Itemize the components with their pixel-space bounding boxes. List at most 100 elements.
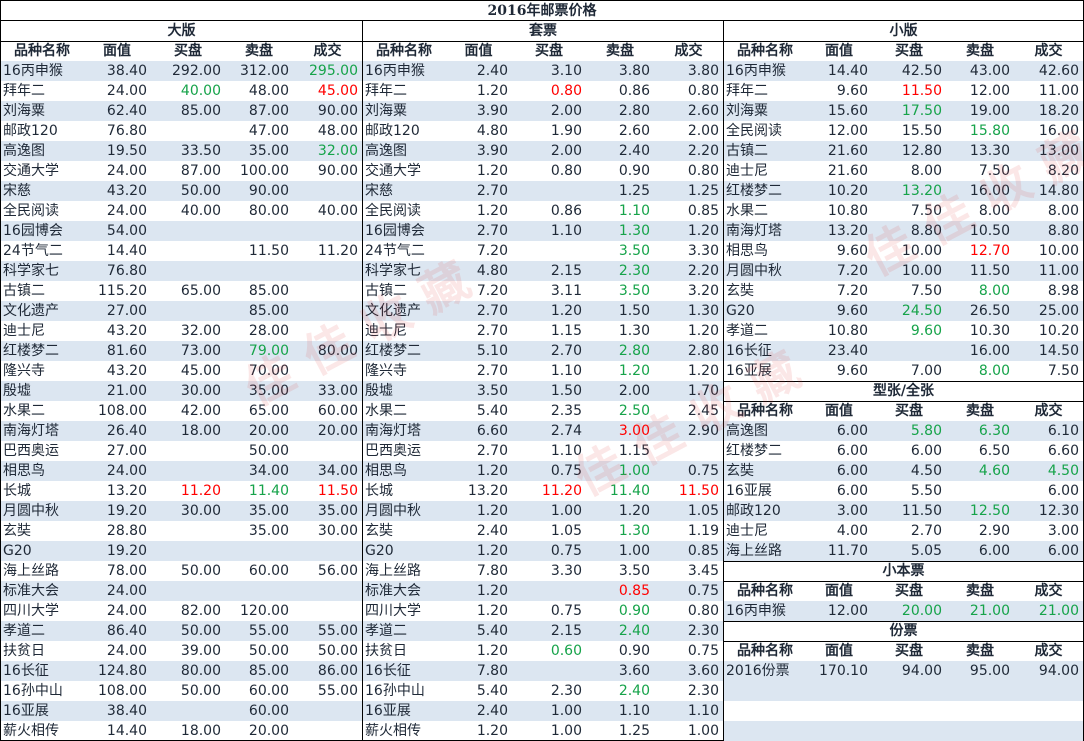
cell-sell: 65.00 (248, 403, 289, 419)
cell-name: 相思鸟 (3, 463, 45, 479)
cell-sell: 19.00 (969, 103, 1010, 119)
panel-small-title: 小版 (724, 21, 1083, 41)
cell-buy: 7.50 (910, 283, 942, 299)
cell-name: 薪火相传 (3, 723, 59, 739)
table-row: 文化遗产 2.70 1.20 1.50 1.30 (363, 301, 723, 321)
cell-sell: 60.00 (248, 703, 289, 719)
cell-buy: 10.00 (901, 243, 942, 259)
table-row: 16孙中山 108.00 50.00 60.00 55.00 (1, 681, 362, 701)
cell-buy (151, 541, 225, 561)
cell-sell: 10.30 (969, 323, 1010, 339)
cell-face: 6.00 (836, 463, 868, 479)
panel-sheetlet: 型张/全张 品种名称 面值 买盘 卖盘 成交 高逸图 6.00 5.80 6.30 6.10 红楼梦… (724, 381, 1083, 561)
header-row: 品种名称 面值 买盘 卖盘 成交 (724, 641, 1083, 661)
cell-deal: 11.20 (317, 243, 358, 259)
cell-name: 南海灯塔 (365, 423, 421, 439)
cell-deal: 0.75 (687, 643, 719, 659)
column-header-deal: 成交 (1034, 643, 1063, 659)
cell-buy: 1.10 (550, 363, 582, 379)
cell-name: 迪士尼 (726, 163, 768, 179)
cell-sell: 11.40 (248, 483, 289, 499)
cell-name: 16亚展 (365, 703, 411, 719)
cell-deal: 0.80 (687, 603, 719, 619)
column-header-sell: 卖盘 (966, 403, 994, 419)
table-row: 拜年二 1.20 0.80 0.86 0.80 (363, 81, 723, 101)
table-row: 16园博会 2.70 1.10 1.30 1.20 (363, 221, 723, 241)
cell-deal: 0.85 (687, 543, 719, 559)
cell-face: 78.00 (106, 563, 147, 579)
cell-face: 2.70 (476, 223, 508, 239)
column-header-buy: 买盘 (895, 403, 923, 419)
cell-sell: 48.00 (248, 83, 289, 99)
cell-deal: 6.60 (1047, 443, 1079, 459)
cell-name: 高逸图 (365, 143, 407, 159)
cell-buy: 8.00 (910, 163, 942, 179)
cell-sell: 87.00 (248, 103, 289, 119)
cell-face: 38.40 (106, 703, 147, 719)
cell-deal: 2.45 (687, 403, 719, 419)
cell-sell: 11.40 (609, 483, 650, 499)
cell-deal: 21.00 (1038, 603, 1079, 619)
cell-buy: 2.70 (550, 343, 582, 359)
cell-buy: 50.00 (180, 623, 221, 639)
cell-name: 16孙中山 (365, 683, 425, 699)
cell-deal: 13.00 (1038, 143, 1079, 159)
cell-face: 3.90 (476, 103, 508, 119)
cell-buy: 9.60 (910, 323, 942, 339)
table-row: 扶贫日 24.00 39.00 50.00 50.00 (1, 641, 362, 661)
cell-face: 1.20 (476, 643, 508, 659)
cell-name: 文化遗产 (3, 303, 59, 319)
table-row: 科学家七 4.80 2.15 2.30 2.20 (363, 261, 723, 281)
cell-sell: 1.00 (618, 543, 650, 559)
table-row: 16长征 124.80 80.00 85.00 86.00 (1, 661, 362, 681)
cell-name: 高逸图 (3, 143, 45, 159)
cell-sell: 28.00 (248, 323, 289, 339)
cell-deal: 1.20 (687, 323, 719, 339)
table-row: 相思鸟 1.20 0.75 1.00 0.75 (363, 461, 723, 481)
table-row: 隆兴寺 43.20 45.00 70.00 (1, 361, 362, 381)
cell-name: 16亚展 (726, 483, 772, 499)
cell-deal: 1.05 (687, 503, 719, 519)
column-header-buy: 买盘 (174, 43, 202, 59)
cell-buy (151, 301, 225, 321)
cell-sell: 3.50 (618, 563, 650, 579)
cell-name: 16园博会 (365, 223, 425, 239)
cell-deal: 0.75 (687, 463, 719, 479)
cell-name: 水果二 (726, 203, 768, 219)
table-row: 玄奘 2.40 1.05 1.30 1.19 (363, 521, 723, 541)
table-row: 宋慈 43.20 50.00 90.00 (1, 181, 362, 201)
cell-deal: 18.20 (1038, 103, 1079, 119)
cell-deal: 2.80 (687, 343, 719, 359)
table-row: 殷墟 21.00 30.00 35.00 33.00 (1, 381, 362, 401)
cell-face: 124.80 (98, 663, 147, 679)
table-row: 刘海粟 3.90 2.00 2.80 2.60 (363, 101, 723, 121)
cell-name: 红楼梦二 (3, 343, 59, 359)
cell-deal: 8.98 (1047, 283, 1079, 299)
table-row: 16亚展 38.40 60.00 (1, 701, 362, 721)
cell-face: 170.10 (819, 663, 868, 679)
cell-name: 殷墟 (3, 383, 31, 399)
cell-deal: 30.00 (317, 523, 358, 539)
cell-face: 9.60 (836, 303, 868, 319)
cell-face: 7.20 (836, 283, 868, 299)
cell-name: 水果二 (3, 403, 45, 419)
cell-sell: 90.00 (248, 183, 289, 199)
cell-name: G20 (3, 543, 32, 559)
cell-buy: 0.60 (550, 643, 582, 659)
cell-buy: 50.00 (180, 683, 221, 699)
cell-sell: 3.80 (618, 63, 650, 79)
cell-face: 76.80 (106, 263, 147, 279)
cell-buy: 82.00 (180, 603, 221, 619)
cell-face: 21.60 (827, 163, 868, 179)
column-header-face: 面值 (825, 643, 853, 659)
table-row: 古镇二 7.20 3.11 3.50 3.20 (363, 281, 723, 301)
divider (1, 41, 1083, 42)
cell-sell: 1.10 (618, 703, 650, 719)
cell-buy: 32.00 (180, 323, 221, 339)
cell-buy: 6.00 (910, 443, 942, 459)
cell-name: 全民阅读 (365, 203, 421, 219)
cell-sell: 35.00 (248, 523, 289, 539)
cell-sell: 16.00 (969, 183, 1010, 199)
cell-face: 10.80 (827, 323, 868, 339)
cell-buy: 85.00 (180, 103, 221, 119)
